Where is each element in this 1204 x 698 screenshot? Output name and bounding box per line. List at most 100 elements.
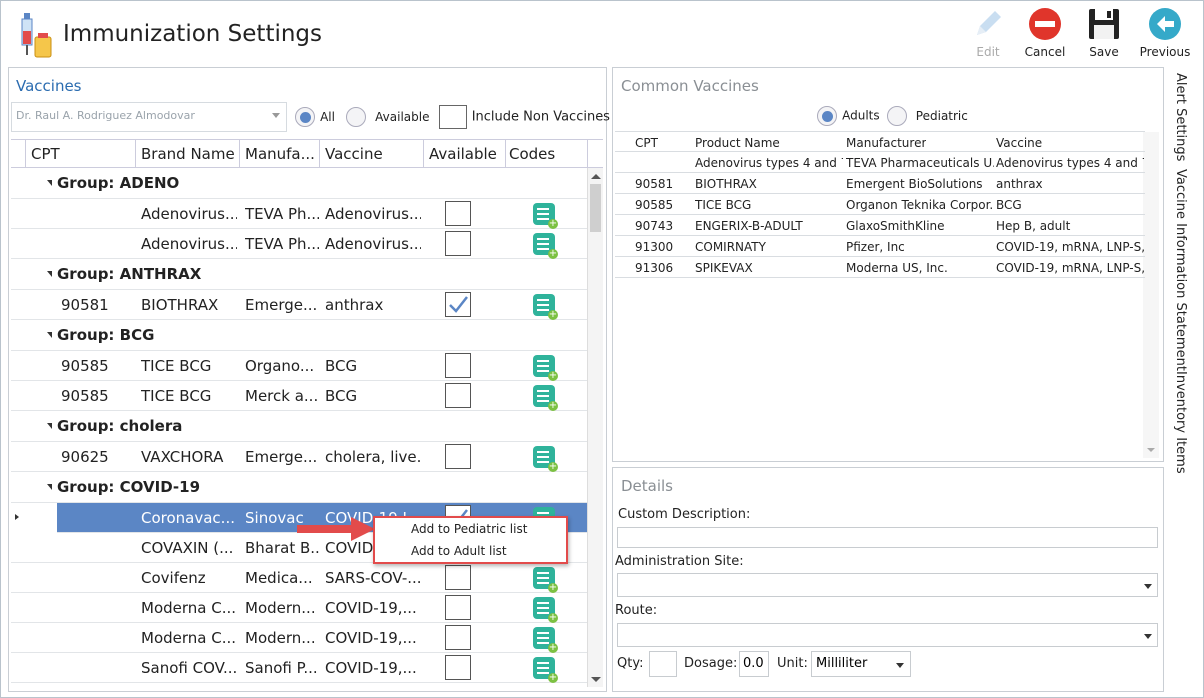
pediatric-radio[interactable] [886,105,907,126]
previous-button[interactable]: Previous [1135,7,1195,63]
dosage-input[interactable]: 0.0 [739,651,769,677]
collapse-icon[interactable] [47,484,52,490]
table-row[interactable]: Adenovirus... TEVA Ph... Adenovirus... [11,229,587,259]
codes-list-icon[interactable] [533,657,558,683]
col-manufacturer[interactable]: Manufa... [245,145,315,163]
collapse-icon[interactable] [47,180,52,186]
include-non-vaccines-checkbox[interactable] [438,105,467,129]
table-row[interactable]: Adenovirus... TEVA Ph... Adenovirus... [11,199,587,229]
brand-cell: Sanofi COV... [141,659,237,677]
group-header[interactable]: Group: ANTHRAX [11,259,587,290]
available-checkbox[interactable] [445,595,471,620]
brand-cell: TICE BCG [141,387,212,405]
tab-inventory-items[interactable]: Inventory Items [1173,371,1188,474]
filter-available-radio[interactable] [346,107,367,127]
col-brand-name[interactable]: Brand Name [141,145,235,163]
provider-dropdown[interactable]: Dr. Raul A. Rodriguez Almodovar [11,102,287,132]
available-checkbox[interactable] [445,353,471,378]
cancel-button[interactable]: Cancel [1015,7,1075,63]
codes-list-icon[interactable] [533,294,558,320]
tab-alert-settings[interactable]: Alert Settings [1173,73,1188,161]
col-cpt[interactable]: CPT [635,136,658,150]
codes-list-icon[interactable] [533,203,558,229]
scroll-down-icon[interactable] [591,677,601,682]
col-cpt[interactable]: CPT [31,145,60,163]
cell: 90743 [635,219,674,233]
cell: TEVA Pharmaceuticals U... [846,156,994,170]
vaccine-cell: cholera, live... [325,448,421,466]
cell: COVID-19, mRNA, LNP-S,... [996,240,1144,254]
scroll-thumb[interactable] [590,184,601,232]
common-scrollbar[interactable] [1143,132,1159,458]
brand-cell: Covifenz [141,569,206,587]
codes-list-icon[interactable] [533,233,558,259]
table-row[interactable]: Moderna C... Modern... COVID-19,... [11,623,587,653]
cpt-cell: 90625 [61,448,109,466]
available-checkbox[interactable] [445,655,471,680]
table-row[interactable]: 91300 COMIRNATY Pfizer, Inc COVID-19, mRNA,… [615,236,1145,257]
table-row[interactable]: Moderna C... Modern... COVID-19,... [11,593,587,623]
col-product-name[interactable]: Product Name [695,136,780,150]
available-checkbox[interactable] [445,201,471,226]
grid-scrollbar[interactable] [587,168,603,687]
save-button[interactable]: Save [1074,7,1134,63]
col-vaccine[interactable]: Vaccine [325,145,383,163]
codes-list-icon[interactable] [533,385,558,411]
table-row[interactable]: 90585 TICE BCG Organo... BCG [11,351,587,381]
unit-dropdown[interactable]: Milliliter [811,651,911,677]
group-header[interactable]: Group: COVID-19 [11,472,587,503]
cpt-cell: 90581 [61,296,109,314]
available-checkbox[interactable] [445,565,471,590]
col-codes[interactable]: Codes [509,145,555,163]
codes-list-icon[interactable] [533,446,558,472]
group-header[interactable]: Group: ADENO [11,168,587,199]
administration-site-dropdown[interactable] [617,573,1158,597]
menu-add-pediatric[interactable]: Add to Pediatric list [411,522,527,536]
adults-radio[interactable] [817,105,837,126]
cell: COVID-19, mRNA, LNP-S,... [996,261,1144,275]
route-dropdown[interactable] [617,623,1158,647]
codes-list-icon[interactable] [533,355,558,381]
chevron-down-icon [1144,584,1152,589]
cell: ENGERIX-B-ADULT [695,219,803,233]
codes-list-icon[interactable] [533,567,558,593]
codes-list-icon[interactable] [533,597,558,623]
table-row[interactable]: 90581 BIOTHRAX Emerge... anthrax [11,290,587,320]
codes-list-icon[interactable] [533,627,558,653]
collapse-icon[interactable] [47,332,52,338]
available-checkbox[interactable] [445,625,471,650]
available-checkbox[interactable] [445,444,471,469]
common-table-body: Adenovirus types 4 and 7 TEVA Pharmaceuti… [615,152,1145,278]
collapse-icon[interactable] [47,271,52,277]
custom-description-input[interactable] [617,527,1158,548]
qty-input[interactable] [649,651,677,677]
pencil-icon [977,11,1001,35]
available-checkbox[interactable] [445,231,471,256]
group-header[interactable]: Group: BCG [11,320,587,351]
col-manufacturer[interactable]: Manufacturer [846,136,926,150]
edit-button[interactable]: Edit [958,7,1018,63]
group-header[interactable]: Group: cholera [11,411,587,442]
table-row[interactable]: 91306 SPIKEVAX Moderna US, Inc. COVID-19, m… [615,257,1145,278]
table-row[interactable]: 90581 BIOTHRAX Emergent BioSolutions anthra… [615,173,1145,194]
menu-add-adult[interactable]: Add to Adult list [411,544,507,558]
table-row[interactable]: 90625 VAXCHORA Emerge... cholera, live... [11,442,587,472]
filter-all-radio[interactable] [295,107,315,127]
chevron-down-icon [272,113,280,118]
cell: Pfizer, Inc [846,240,905,254]
table-row[interactable]: Adenovirus types 4 and 7 TEVA Pharmaceuti… [615,152,1145,173]
available-checkbox[interactable] [445,383,471,408]
col-available[interactable]: Available [429,145,497,163]
collapse-icon[interactable] [47,423,52,429]
table-row[interactable]: Covifenz Medica... SARS-COV-... [11,563,587,593]
scroll-down-icon[interactable] [1147,448,1155,452]
table-row[interactable]: 90585 TICE BCG Organon Teknika Corpor... BC… [615,194,1145,215]
table-row[interactable]: Sanofi COV... Sanofi P... COVID-19,... [11,653,587,683]
brand-cell: Moderna C... [141,629,237,647]
table-row[interactable]: 90585 TICE BCG Merck a... BCG [11,381,587,411]
available-checkbox[interactable] [445,292,471,317]
scroll-up-icon[interactable] [591,174,601,179]
col-vaccine[interactable]: Vaccine [996,136,1042,150]
tab-vaccine-information-statement[interactable]: Vaccine Information Statement [1173,169,1188,371]
table-row[interactable]: 90743 ENGERIX-B-ADULT GlaxoSmithKline Hep B… [615,215,1145,236]
